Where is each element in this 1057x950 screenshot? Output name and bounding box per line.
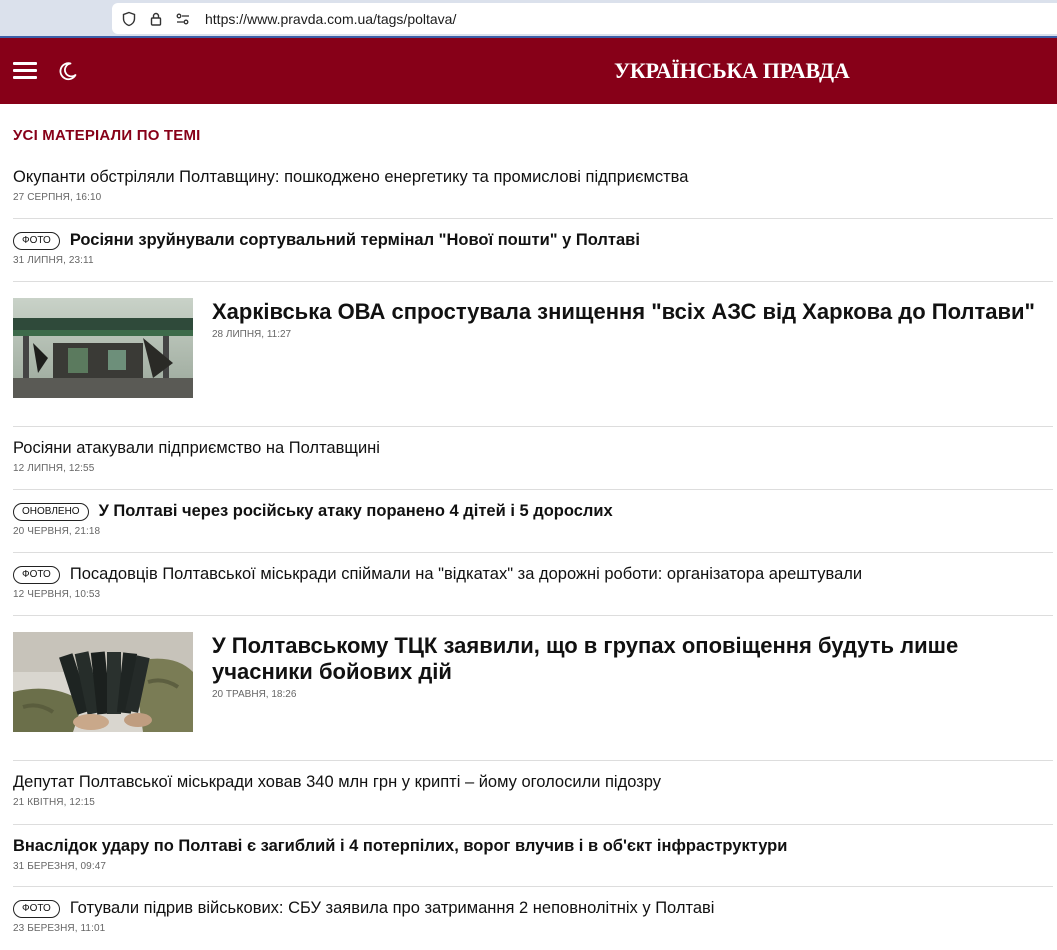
moon-icon[interactable] bbox=[57, 60, 79, 82]
url-text[interactable]: https://www.pravda.com.ua/tags/poltava/ bbox=[205, 11, 456, 27]
article-date: 23 БЕРЕЗНЯ, 11:01 bbox=[13, 923, 106, 934]
divider bbox=[13, 552, 1053, 553]
divider bbox=[13, 824, 1053, 825]
list-item[interactable]: ОНОВЛЕНО У Полтаві через російську атаку… bbox=[13, 502, 1053, 537]
site-header: УКРАЇНСЬКА ПРАВДА bbox=[0, 38, 1057, 104]
article-title[interactable]: Готували підрив військових: СБУ заявила … bbox=[70, 899, 715, 918]
divider bbox=[13, 281, 1053, 282]
divider bbox=[13, 615, 1053, 616]
divider bbox=[13, 760, 1053, 761]
divider bbox=[13, 426, 1053, 427]
address-bar[interactable]: https://www.pravda.com.ua/tags/poltava/ bbox=[112, 3, 1057, 34]
divider bbox=[13, 218, 1053, 219]
article-title[interactable]: Депутат Полтавської міськради ховав 340 … bbox=[13, 773, 661, 792]
divider bbox=[13, 886, 1053, 887]
article-date: 12 ЧЕРВНЯ, 10:53 bbox=[13, 589, 101, 600]
photo-badge: ФОТО bbox=[13, 899, 60, 918]
article-title[interactable]: Посадовців Полтавської міськради спіймал… bbox=[70, 565, 862, 584]
permissions-icon[interactable] bbox=[174, 10, 192, 28]
photo-badge: ФОТО bbox=[13, 231, 60, 250]
browser-toolbar: https://www.pravda.com.ua/tags/poltava/ bbox=[0, 0, 1057, 38]
article-date: 20 ЧЕРВНЯ, 21:18 bbox=[13, 526, 101, 537]
article-title[interactable]: Росіяни атакували підприємство на Полтав… bbox=[13, 439, 380, 458]
article-title[interactable]: У Полтавському ТЦК заявили, що в групах … bbox=[212, 633, 1042, 685]
article-title[interactable]: У Полтаві через російську атаку поранено… bbox=[99, 502, 613, 521]
list-item[interactable]: Росіяни атакували підприємство на Полтав… bbox=[13, 439, 1053, 474]
site-logo[interactable]: УКРАЇНСЬКА ПРАВДА bbox=[614, 58, 850, 84]
article-date: 27 СЕРПНЯ, 16:10 bbox=[13, 192, 102, 203]
shield-icon[interactable] bbox=[120, 10, 138, 28]
section-title: УСІ МАТЕРІАЛИ ПО ТЕМІ bbox=[13, 127, 201, 144]
article-date: 21 КВІТНЯ, 12:15 bbox=[13, 797, 95, 808]
article-title[interactable]: Росіяни зруйнували сортувальний термінал… bbox=[70, 231, 640, 250]
list-item[interactable]: ФОТО Готували підрив військових: СБУ зая… bbox=[13, 899, 1053, 934]
article-date: 31 БЕРЕЗНЯ, 09:47 bbox=[13, 861, 107, 872]
article-date: 28 ЛИПНЯ, 11:27 bbox=[212, 329, 292, 340]
article-thumbnail[interactable] bbox=[13, 632, 193, 732]
list-item[interactable]: ФОТО Росіяни зруйнували сортувальний тер… bbox=[13, 231, 1053, 266]
article-title[interactable]: Харківська ОВА спростувала знищення "всі… bbox=[212, 299, 1042, 325]
divider bbox=[13, 489, 1053, 490]
featured-article[interactable]: Харківська ОВА спростувала знищення "всі… bbox=[212, 299, 1042, 340]
list-item[interactable]: ФОТО Посадовців Полтавської міськради сп… bbox=[13, 565, 1053, 600]
article-date: 20 ТРАВНЯ, 18:26 bbox=[212, 689, 297, 700]
article-date: 12 ЛИПНЯ, 12:55 bbox=[13, 463, 95, 474]
article-thumbnail[interactable] bbox=[13, 298, 193, 398]
article-title[interactable]: Внаслідок удару по Полтаві є загиблий і … bbox=[13, 837, 787, 856]
article-date: 31 ЛИПНЯ, 23:11 bbox=[13, 255, 94, 266]
list-item[interactable]: Окупанти обстріляли Полтавщину: пошкодже… bbox=[13, 168, 1053, 203]
hamburger-menu-icon[interactable] bbox=[13, 62, 37, 80]
list-item[interactable]: Депутат Полтавської міськради ховав 340 … bbox=[13, 773, 1053, 808]
article-title[interactable]: Окупанти обстріляли Полтавщину: пошкодже… bbox=[13, 168, 688, 187]
featured-article[interactable]: У Полтавському ТЦК заявили, що в групах … bbox=[212, 633, 1042, 700]
list-item[interactable]: Внаслідок удару по Полтаві є загиблий і … bbox=[13, 837, 1053, 872]
updated-badge: ОНОВЛЕНО bbox=[13, 502, 89, 521]
lock-icon[interactable] bbox=[147, 10, 165, 28]
photo-badge: ФОТО bbox=[13, 565, 60, 584]
